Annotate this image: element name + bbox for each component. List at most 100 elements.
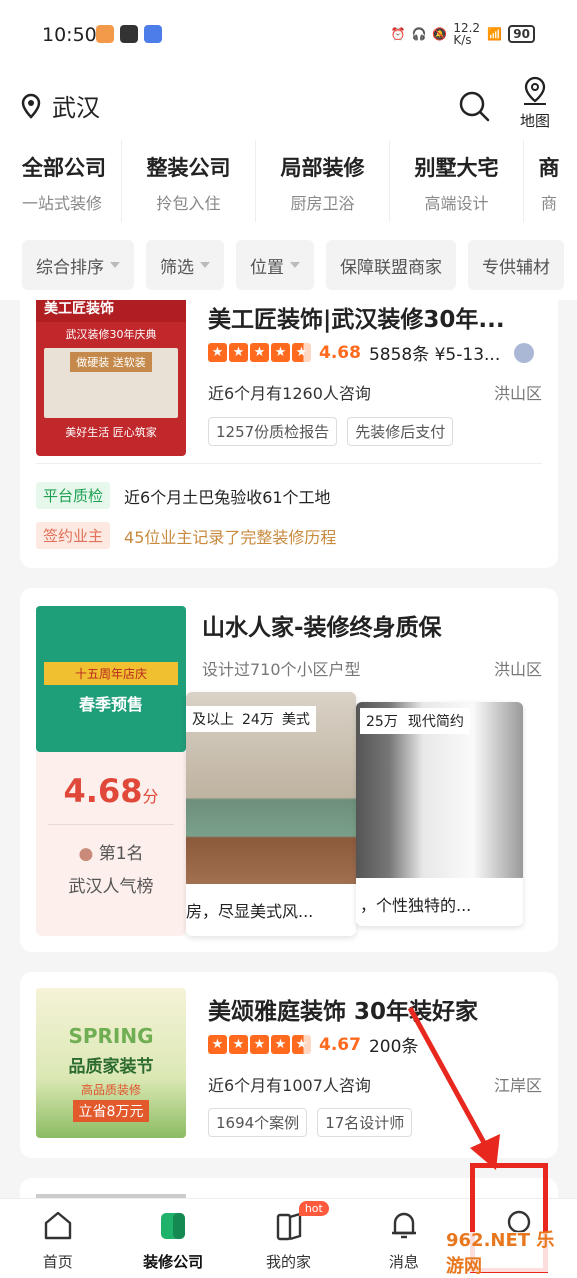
status-right: ⏰ 🎧 🔕 12.2 K/s 📶 90 <box>390 22 535 46</box>
case-tag: 24万 <box>242 712 274 728</box>
category-full[interactable]: 整装公司 拎包入住 <box>122 140 256 222</box>
home-icon <box>44 1211 71 1240</box>
star-icon: ★ <box>292 1035 311 1054</box>
thumb-title: 美工匠装饰 <box>36 300 186 322</box>
divider <box>36 463 542 464</box>
company-thumbnail: 十五周年店庆 春季预售 <box>36 606 186 752</box>
top-header: 武汉 地图 <box>0 70 577 140</box>
category-partial[interactable]: 局部装修 厨房卫浴 <box>256 140 390 222</box>
quality-row: 平台质检 近6个月土巴兔验收61个工地 <box>36 482 331 509</box>
case-photo: 及以上 24万 美式 <box>186 692 356 884</box>
company-rating: ★ ★ ★ ★ ★ 4.67 200条 <box>208 1032 418 1057</box>
case-caption: ，个性独特的... <box>360 896 472 915</box>
tag: 17名设计师 <box>317 1108 413 1137</box>
tab-label: 装修公司 <box>143 1253 204 1271</box>
app-notification-icon <box>96 25 114 43</box>
star-icon: ★ <box>292 343 311 362</box>
tab-label: 消息 <box>388 1253 419 1271</box>
case-tag: 及以上 <box>192 712 234 728</box>
battery-indicator: 90 <box>508 25 535 43</box>
star-rating: ★ ★ ★ ★ ★ <box>208 1035 311 1054</box>
case-tag: 美式 <box>281 712 310 728</box>
company-card-2[interactable]: 十五周年店庆 春季预售 4.68分 ● 第1名 武汉人气榜 山水人家-装修终身质… <box>20 588 558 952</box>
company-name: 美工匠装饰|武汉装修30年... <box>208 307 505 333</box>
filter-label: 综合排序 <box>36 257 104 278</box>
bell-icon <box>391 1212 416 1239</box>
rank: 第1名 <box>98 844 144 864</box>
case-tags: 25万 现代简约 <box>360 708 470 734</box>
watermark-logo: 962.NET 乐游网 <box>446 1230 572 1277</box>
map-label: 地图 <box>519 112 550 130</box>
panel-score-value: 4.68 <box>63 772 143 810</box>
headphones-icon: 🎧 <box>411 27 427 41</box>
star-rating: ★ ★ ★ ★ ★ <box>208 343 311 362</box>
thumb-line4: 立省8万元 <box>72 1100 150 1122</box>
category-title: 整装公司 <box>146 156 231 180</box>
district: 洪山区 <box>493 384 542 403</box>
wifi-icon: 📶 <box>487 27 503 41</box>
star-icon: ★ <box>271 1035 290 1054</box>
tag: 1257份质检报告 <box>208 417 338 446</box>
category-sub: 一站式装修 <box>22 194 103 213</box>
owner-badge: 签约业主 <box>36 522 111 549</box>
category-villa[interactable]: 别墅大宅 高端设计 <box>390 140 524 222</box>
category-tabs: 全部公司一站式装修 整装公司拎包入住 局部装修 厨房卫浴 别墅大宅 高端设计 商商 <box>0 140 577 222</box>
category-all[interactable]: 全部公司 一站式装修 <box>0 140 122 222</box>
flame-icon: ● <box>78 844 94 864</box>
case-card-2[interactable]: 25万 现代简约 ，个性独特的... <box>356 702 523 926</box>
sort-filter[interactable]: 综合排序 <box>22 240 134 290</box>
district: 洪山区 <box>493 660 542 679</box>
tab-my-home[interactable]: hot 我的家 <box>231 1199 346 1278</box>
location-filter[interactable]: 位置 <box>236 240 314 290</box>
filter-label: 保障联盟商家 <box>340 257 442 278</box>
company-thumbnail: 美工匠装饰 武汉装修30年庆典 做硬装 送软装 美好生活 匠心筑家 <box>36 300 186 456</box>
category-title: 别墅大宅 <box>414 156 499 180</box>
filter-label: 筛选 <box>160 257 194 278</box>
tag: 先装修后支付 <box>347 417 454 446</box>
alarm-icon: ⏰ <box>390 27 406 41</box>
rating-score: 4.67 <box>319 1034 361 1055</box>
tab-home[interactable]: 首页 <box>0 1199 115 1278</box>
tab-messages[interactable]: 消息 <box>346 1199 461 1278</box>
owner-text: 45位业主记录了完整装修历程 <box>124 527 337 547</box>
map-button[interactable]: 地图 <box>515 76 555 131</box>
star-icon: ★ <box>208 1035 227 1054</box>
company-card-1[interactable]: 美工匠装饰 武汉装修30年庆典 做硬装 送软装 美好生活 匠心筑家 美工匠装饰|… <box>20 300 558 568</box>
case-tags: 及以上 24万 美式 <box>186 706 316 732</box>
consult-line: 近6个月有1260人咨询 洪山区 <box>208 380 542 404</box>
city-selector[interactable]: 武汉 <box>20 88 100 123</box>
tab-label: 我的家 <box>266 1253 312 1271</box>
alliance-filter[interactable]: 保障联盟商家 <box>326 240 456 290</box>
annotation-arrow-icon <box>407 1006 500 1170</box>
dropdown-icon <box>290 262 300 268</box>
category-commercial[interactable]: 商商 <box>524 140 574 222</box>
thumb-line3: 高品质装修 <box>80 1083 141 1097</box>
tag: 1694个案例 <box>208 1108 308 1137</box>
score-panel: 4.68分 ● 第1名 武汉人气榜 <box>36 752 186 936</box>
filter-label: 位置 <box>250 257 284 278</box>
case-card-1[interactable]: 及以上 24万 美式 房，尽显美式风... <box>186 692 356 936</box>
tag-list: 1694个案例 17名设计师 <box>208 1108 413 1137</box>
category-sub: 商 <box>540 194 557 213</box>
hot-badge: hot <box>298 1201 329 1216</box>
message-notification-icon <box>144 25 162 43</box>
search-icon[interactable] <box>458 90 490 122</box>
category-title: 局部装修 <box>280 156 365 180</box>
dropdown-icon <box>200 262 210 268</box>
rank-sub: 武汉人气榜 <box>68 877 154 897</box>
rank-line: ● 第1名 <box>36 839 186 864</box>
panel-score: 4.68分 <box>36 772 186 810</box>
star-icon: ★ <box>271 343 290 362</box>
tab-companies[interactable]: 装修公司 <box>115 1199 230 1278</box>
design-count: 设计过710个小区户型 <box>202 660 361 679</box>
category-title: 全部公司 <box>22 156 106 180</box>
category-sub: 拎包入住 <box>156 194 221 213</box>
company-icon <box>161 1213 186 1239</box>
star-icon: ★ <box>250 1035 269 1054</box>
quality-badge: 平台质检 <box>36 482 111 509</box>
tab-label: 首页 <box>42 1253 73 1271</box>
dropdown-icon <box>110 262 120 268</box>
rating-score: 4.68 <box>319 342 361 363</box>
screen-filter[interactable]: 筛选 <box>146 240 224 290</box>
material-filter[interactable]: 专供辅材 <box>468 240 564 290</box>
